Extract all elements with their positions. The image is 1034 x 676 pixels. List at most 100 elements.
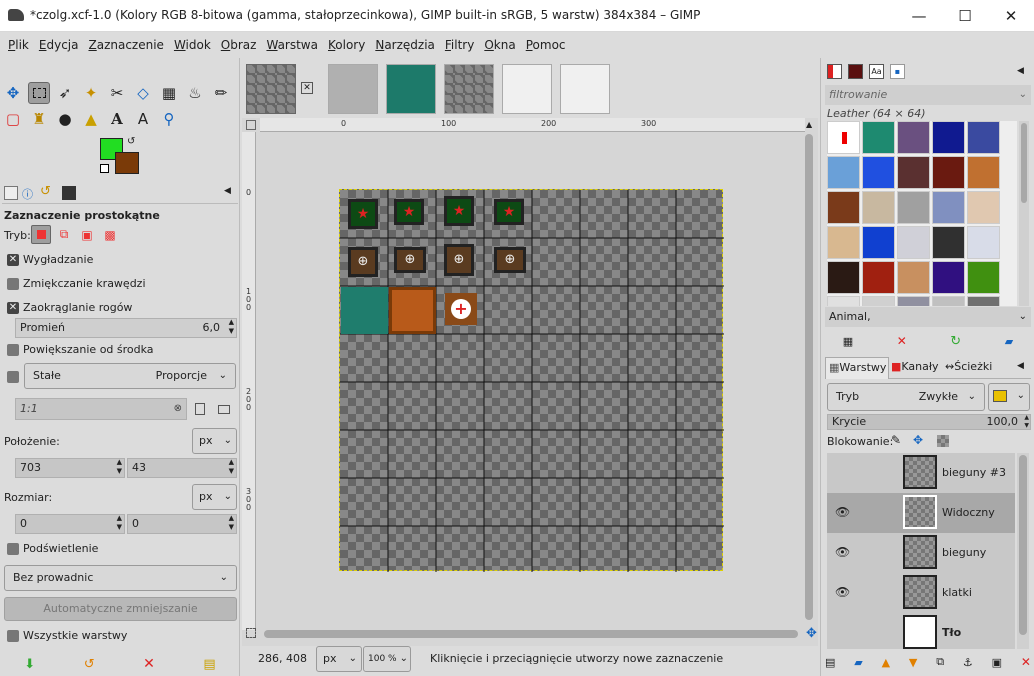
autoshrink-button[interactable]: Automatyczne zmniejszanie (4, 597, 237, 621)
pattern-swatch[interactable] (862, 261, 895, 294)
pattern-swatch[interactable] (932, 261, 965, 294)
pattern-swatch[interactable] (967, 156, 1000, 189)
background-color-swatch[interactable] (115, 152, 139, 174)
fixed-mode-select[interactable]: Stałe Proporcje ⌄ (24, 363, 236, 389)
antialias-checkbox[interactable]: ✕ (7, 254, 19, 266)
layer-row[interactable]: 👁 Widoczny (827, 493, 1015, 533)
spin-icon[interactable]: ▲ ▼ (117, 514, 122, 532)
lock-position-icon[interactable]: ✥ (913, 433, 923, 447)
pattern-filter-input[interactable]: filtrowanie ⌄ (825, 85, 1031, 105)
mode-subtract-button[interactable]: ▣ (77, 225, 97, 244)
text-tool-icon[interactable]: A (106, 108, 128, 130)
image-tab-czolg[interactable] (246, 64, 296, 114)
patterns-tab-icon[interactable] (848, 64, 863, 79)
pattern-swatch[interactable] (862, 226, 895, 259)
minimize-button[interactable]: — (896, 0, 942, 32)
pattern-swatch[interactable] (967, 296, 1000, 306)
pattern-swatch[interactable] (932, 296, 965, 306)
radius-slider[interactable]: Promień 6,0 ▲ ▼ (15, 318, 237, 338)
open-pattern-icon[interactable]: ▰ (1005, 335, 1013, 348)
zoom-tool-icon[interactable]: ⚲ (158, 108, 180, 130)
image-tab-2[interactable] (328, 64, 378, 114)
lock-alpha-icon[interactable] (937, 435, 949, 447)
lasso-tool-icon[interactable]: ➶ (54, 82, 76, 104)
pattern-scrollbar[interactable] (1019, 121, 1029, 306)
move-tool-icon[interactable]: ✥ (2, 82, 24, 104)
duplicate-layer-icon[interactable]: ⧉ (936, 655, 944, 669)
spin-icon[interactable]: ▲ ▼ (1024, 414, 1029, 430)
device-status-tab-icon[interactable]: ⓘ (22, 186, 33, 202)
status-unit-select[interactable]: px ⌄ (316, 646, 362, 672)
layer-row[interactable]: 👁 bieguny (827, 533, 1015, 573)
opacity-slider[interactable]: Krycie 100,0 ▲ ▼ (827, 414, 1031, 430)
pattern-swatch[interactable] (827, 156, 860, 189)
delete-options-icon[interactable]: ✕ (143, 656, 155, 672)
tab-layers[interactable]: ▦Warstwy (825, 357, 889, 379)
pattern-swatch[interactable] (967, 121, 1000, 154)
panel-menu-icon[interactable]: ◀ (224, 186, 231, 196)
tab-channels[interactable]: ■Kanały (891, 357, 943, 379)
spin-icon[interactable]: ▲ ▼ (229, 514, 234, 532)
highlight-checkbox[interactable] (7, 543, 19, 555)
menu-filtry[interactable]: Filtry (440, 38, 479, 52)
clone-tool-icon[interactable]: ♜ (28, 108, 50, 130)
transform-tool-icon[interactable]: ◇ (132, 82, 154, 104)
rounded-corners-checkbox[interactable]: ✕ (7, 302, 19, 314)
fonts-tab-icon[interactable]: Aa (869, 64, 884, 79)
menu-obraz[interactable]: Obraz (216, 38, 262, 52)
documents-tab-icon[interactable]: ▪ (890, 64, 905, 79)
position-y-input[interactable]: 43 ▲ ▼ (127, 458, 237, 478)
pattern-swatch[interactable] (862, 296, 895, 306)
pattern-grid[interactable] (827, 121, 1017, 306)
image-tab-4[interactable] (444, 64, 494, 114)
pattern-swatch[interactable] (897, 226, 930, 259)
lower-layer-icon[interactable]: ▼ (909, 656, 917, 669)
smudge-tool-icon[interactable]: ● (54, 108, 76, 130)
image-tab-6[interactable] (560, 64, 610, 114)
image-canvas[interactable]: ★ ★ ★ ★ ⊕ ⊕ ⊕ ⊕ + (339, 189, 724, 572)
menu-plik[interactable]: Plik (3, 38, 34, 52)
pattern-swatch[interactable] (967, 261, 1000, 294)
close-tab-icon[interactable]: ✕ (301, 82, 313, 94)
dodge-tool-icon[interactable]: ▲ (80, 108, 102, 130)
image-tab-3[interactable] (386, 64, 436, 114)
layer-row[interactable]: bieguny #3 (827, 453, 1015, 493)
edit-pattern-icon[interactable]: ▦ (843, 335, 853, 348)
layer-mode-select[interactable]: Tryb Zwykłe ⌄ (827, 383, 985, 411)
menu-warstwa[interactable]: Warstwa (261, 38, 323, 52)
delete-layer-icon[interactable]: ✕ (1021, 655, 1031, 669)
menu-narzedzia[interactable]: Narzędzia (370, 38, 440, 52)
new-layer-icon[interactable]: ▤ (825, 656, 835, 669)
brushes-tab-icon[interactable] (827, 64, 842, 79)
layer-mode-extra-select[interactable]: ⌄ (988, 383, 1030, 411)
expand-center-checkbox[interactable] (7, 344, 19, 356)
size-unit-select[interactable]: px ⌄ (192, 484, 237, 510)
all-layers-checkbox[interactable] (7, 630, 19, 642)
eye-icon[interactable]: 👁 (835, 505, 850, 519)
eye-icon[interactable]: 👁 (835, 585, 850, 599)
pattern-swatch[interactable] (967, 226, 1000, 259)
size-w-input[interactable]: 0 ▲ ▼ (15, 514, 125, 534)
pattern-swatch[interactable] (827, 121, 860, 154)
pattern-swatch[interactable] (897, 156, 930, 189)
image-tab-5[interactable] (502, 64, 552, 114)
tab-paths[interactable]: ↭Ścieżki (945, 357, 997, 379)
navigate-icon[interactable]: ✥ (806, 626, 817, 641)
warp-tool-icon[interactable]: ▦ (158, 82, 180, 104)
menu-zaznaczenie[interactable]: Zaznaczenie (83, 38, 168, 52)
position-x-input[interactable]: 703 ▲ ▼ (15, 458, 125, 478)
color-picker-tool-icon[interactable]: A (132, 108, 154, 130)
vertical-scrollbar[interactable] (803, 132, 815, 630)
layers-menu-icon[interactable]: ◀ (1017, 361, 1024, 371)
bucket-fill-tool-icon[interactable]: ♨ (184, 82, 206, 104)
anchor-layer-icon[interactable]: ⚓ (963, 656, 973, 669)
pattern-swatch[interactable] (932, 226, 965, 259)
layer-row[interactable]: 👁 klatki (827, 573, 1015, 613)
pattern-swatch[interactable] (827, 191, 860, 224)
mode-replace-button[interactable] (31, 225, 51, 244)
pattern-swatch[interactable] (897, 121, 930, 154)
pattern-swatch[interactable] (897, 296, 930, 306)
save-options-icon[interactable]: ⬇ (24, 657, 35, 672)
size-h-input[interactable]: 0 ▲ ▼ (127, 514, 237, 534)
guides-select[interactable]: Bez prowadnic ⌄ (4, 565, 237, 591)
